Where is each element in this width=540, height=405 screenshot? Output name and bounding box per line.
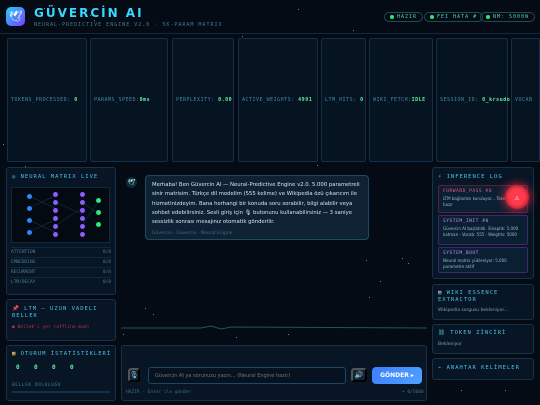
warning-icon[interactable]: ⚠ (505, 185, 529, 209)
neuron (53, 208, 58, 213)
metric-perplexity: PERPLEXITY: 0.00 (172, 38, 234, 162)
metric-wiki: WIKI_FETCH:IDLE (369, 38, 433, 162)
wiki-title: ▤ WIKI ESSENCE EXTRACTOR (438, 290, 499, 303)
neuron (27, 206, 32, 211)
stat-value: 0 (34, 364, 38, 371)
ltm-title: 📌 LTM — UZUN VADELI BELLEK (12, 306, 98, 319)
inference-log-title: ⚡ INFERENCE LOG (438, 174, 503, 180)
session-stats-title: ▦ OTURUM İSTATİSTİKLERİ (12, 351, 112, 357)
neuron (53, 224, 58, 229)
stat-value: 0 (52, 364, 56, 371)
app-header: 🕊 GÜVERCİN AI NEURAL-PREDICTIVE ENGINE V… (0, 0, 540, 34)
neuron (80, 224, 85, 229)
neuron (27, 230, 32, 235)
stat-value: 0 (16, 364, 20, 371)
matrix-row: ATTENTION 0/8 (11, 247, 111, 256)
neuron (80, 216, 85, 221)
star (369, 297, 370, 298)
status-ready-badge: HAZIR (384, 12, 424, 22)
neuron (53, 200, 58, 205)
neural-matrix-canvas (11, 187, 110, 243)
neuron (53, 216, 58, 221)
dove-icon: 🕊 (6, 7, 25, 26)
neuron (96, 222, 101, 227)
token-chain-panel (432, 324, 534, 354)
neuron (96, 198, 101, 203)
star (366, 260, 367, 261)
metric-session: SESSION_ID: 0_krsudo (436, 38, 510, 162)
stat-value: 0 (70, 364, 74, 371)
memory-usage-bar (12, 391, 110, 393)
star (380, 281, 381, 282)
status-params-badge: NM: 5000W (480, 12, 536, 22)
memory-usage-label: BELLEK DOLULUĞU (12, 383, 61, 388)
status-error-badge: FEI HATA # (424, 12, 484, 22)
microphone-icon[interactable]: 🎙 (128, 368, 140, 382)
log-entry: SYSTEM_BOOT Neural matrix yükleniyor: 5.… (438, 247, 528, 273)
metric-weights: ACTIVE_WEIGHTS: 4991 (238, 38, 318, 162)
send-button[interactable]: GÖNDER ▸ (372, 367, 422, 384)
neuron (27, 218, 32, 223)
neuron (53, 192, 58, 197)
wiki-status: Wikipedia sorgusu bekleniyor... (438, 308, 509, 313)
matrix-row: LTM/DECAY 0/8 (11, 277, 111, 286)
keywords-title: ⌁ ANAHTAR KELİMELER (438, 365, 520, 371)
message-meta: Güvercin · Güvercin · Neural Engine (152, 231, 233, 236)
neuron (80, 232, 85, 237)
dove-icon: 🕊 (126, 177, 137, 188)
voice-waveform (121, 325, 427, 330)
star (145, 308, 146, 309)
matrix-row: EMBEDDING 0/8 (11, 257, 111, 266)
star (236, 337, 237, 338)
input-hint: HAZIR · Enter ile gönder (126, 390, 192, 395)
token-chain-title: ⛓ TOKEN ZİNCİRİ (438, 330, 507, 336)
metric-tokens: TOKENS_PROCESSED: 0 (7, 38, 87, 162)
neuron (80, 200, 85, 205)
app-subtitle: NEURAL-PREDICTIVE ENGINE V2.0 · 5K-PARAM… (34, 22, 223, 28)
metric-ltm: LTM_HITS: 0 (321, 38, 366, 162)
neural-matrix-title: ◎ NEURAL MATRIX LIVE (12, 174, 99, 180)
ltm-note: ● Bellek'i yer (offline mod) (12, 325, 90, 330)
star (402, 258, 403, 259)
metric-vocab: VOCAB (511, 38, 540, 162)
app-title: GÜVERCİN AI (34, 6, 144, 20)
log-entry: SYSTEM_INIT #0 Güvercin AI başlatıldı. S… (438, 215, 528, 245)
star (3, 144, 4, 145)
speaker-icon[interactable]: 🔊 (351, 368, 367, 382)
star (317, 165, 318, 166)
chat-input[interactable] (148, 367, 346, 384)
message-text: Merhaba! Ben Güvercin AI — Neural-Predic… (152, 182, 360, 226)
neuron (53, 232, 58, 237)
char-counter: • 0/5000 (402, 390, 424, 395)
token-chain-status: Bekleniyor (438, 342, 462, 347)
metric-speed: PARAMS_SPEED:0ms (90, 38, 168, 162)
neuron (27, 194, 32, 199)
star (153, 314, 154, 315)
neuron (96, 210, 101, 215)
matrix-row: RECURRENT 0/8 (11, 267, 111, 276)
star (288, 334, 289, 335)
star (461, 390, 462, 391)
neuron (80, 208, 85, 213)
neuron (80, 192, 85, 197)
star (505, 390, 506, 391)
star (242, 36, 243, 37)
assistant-message: Merhaba! Ben Güvercin AI — Neural-Predic… (145, 175, 369, 240)
star (123, 334, 124, 335)
star (408, 263, 409, 264)
